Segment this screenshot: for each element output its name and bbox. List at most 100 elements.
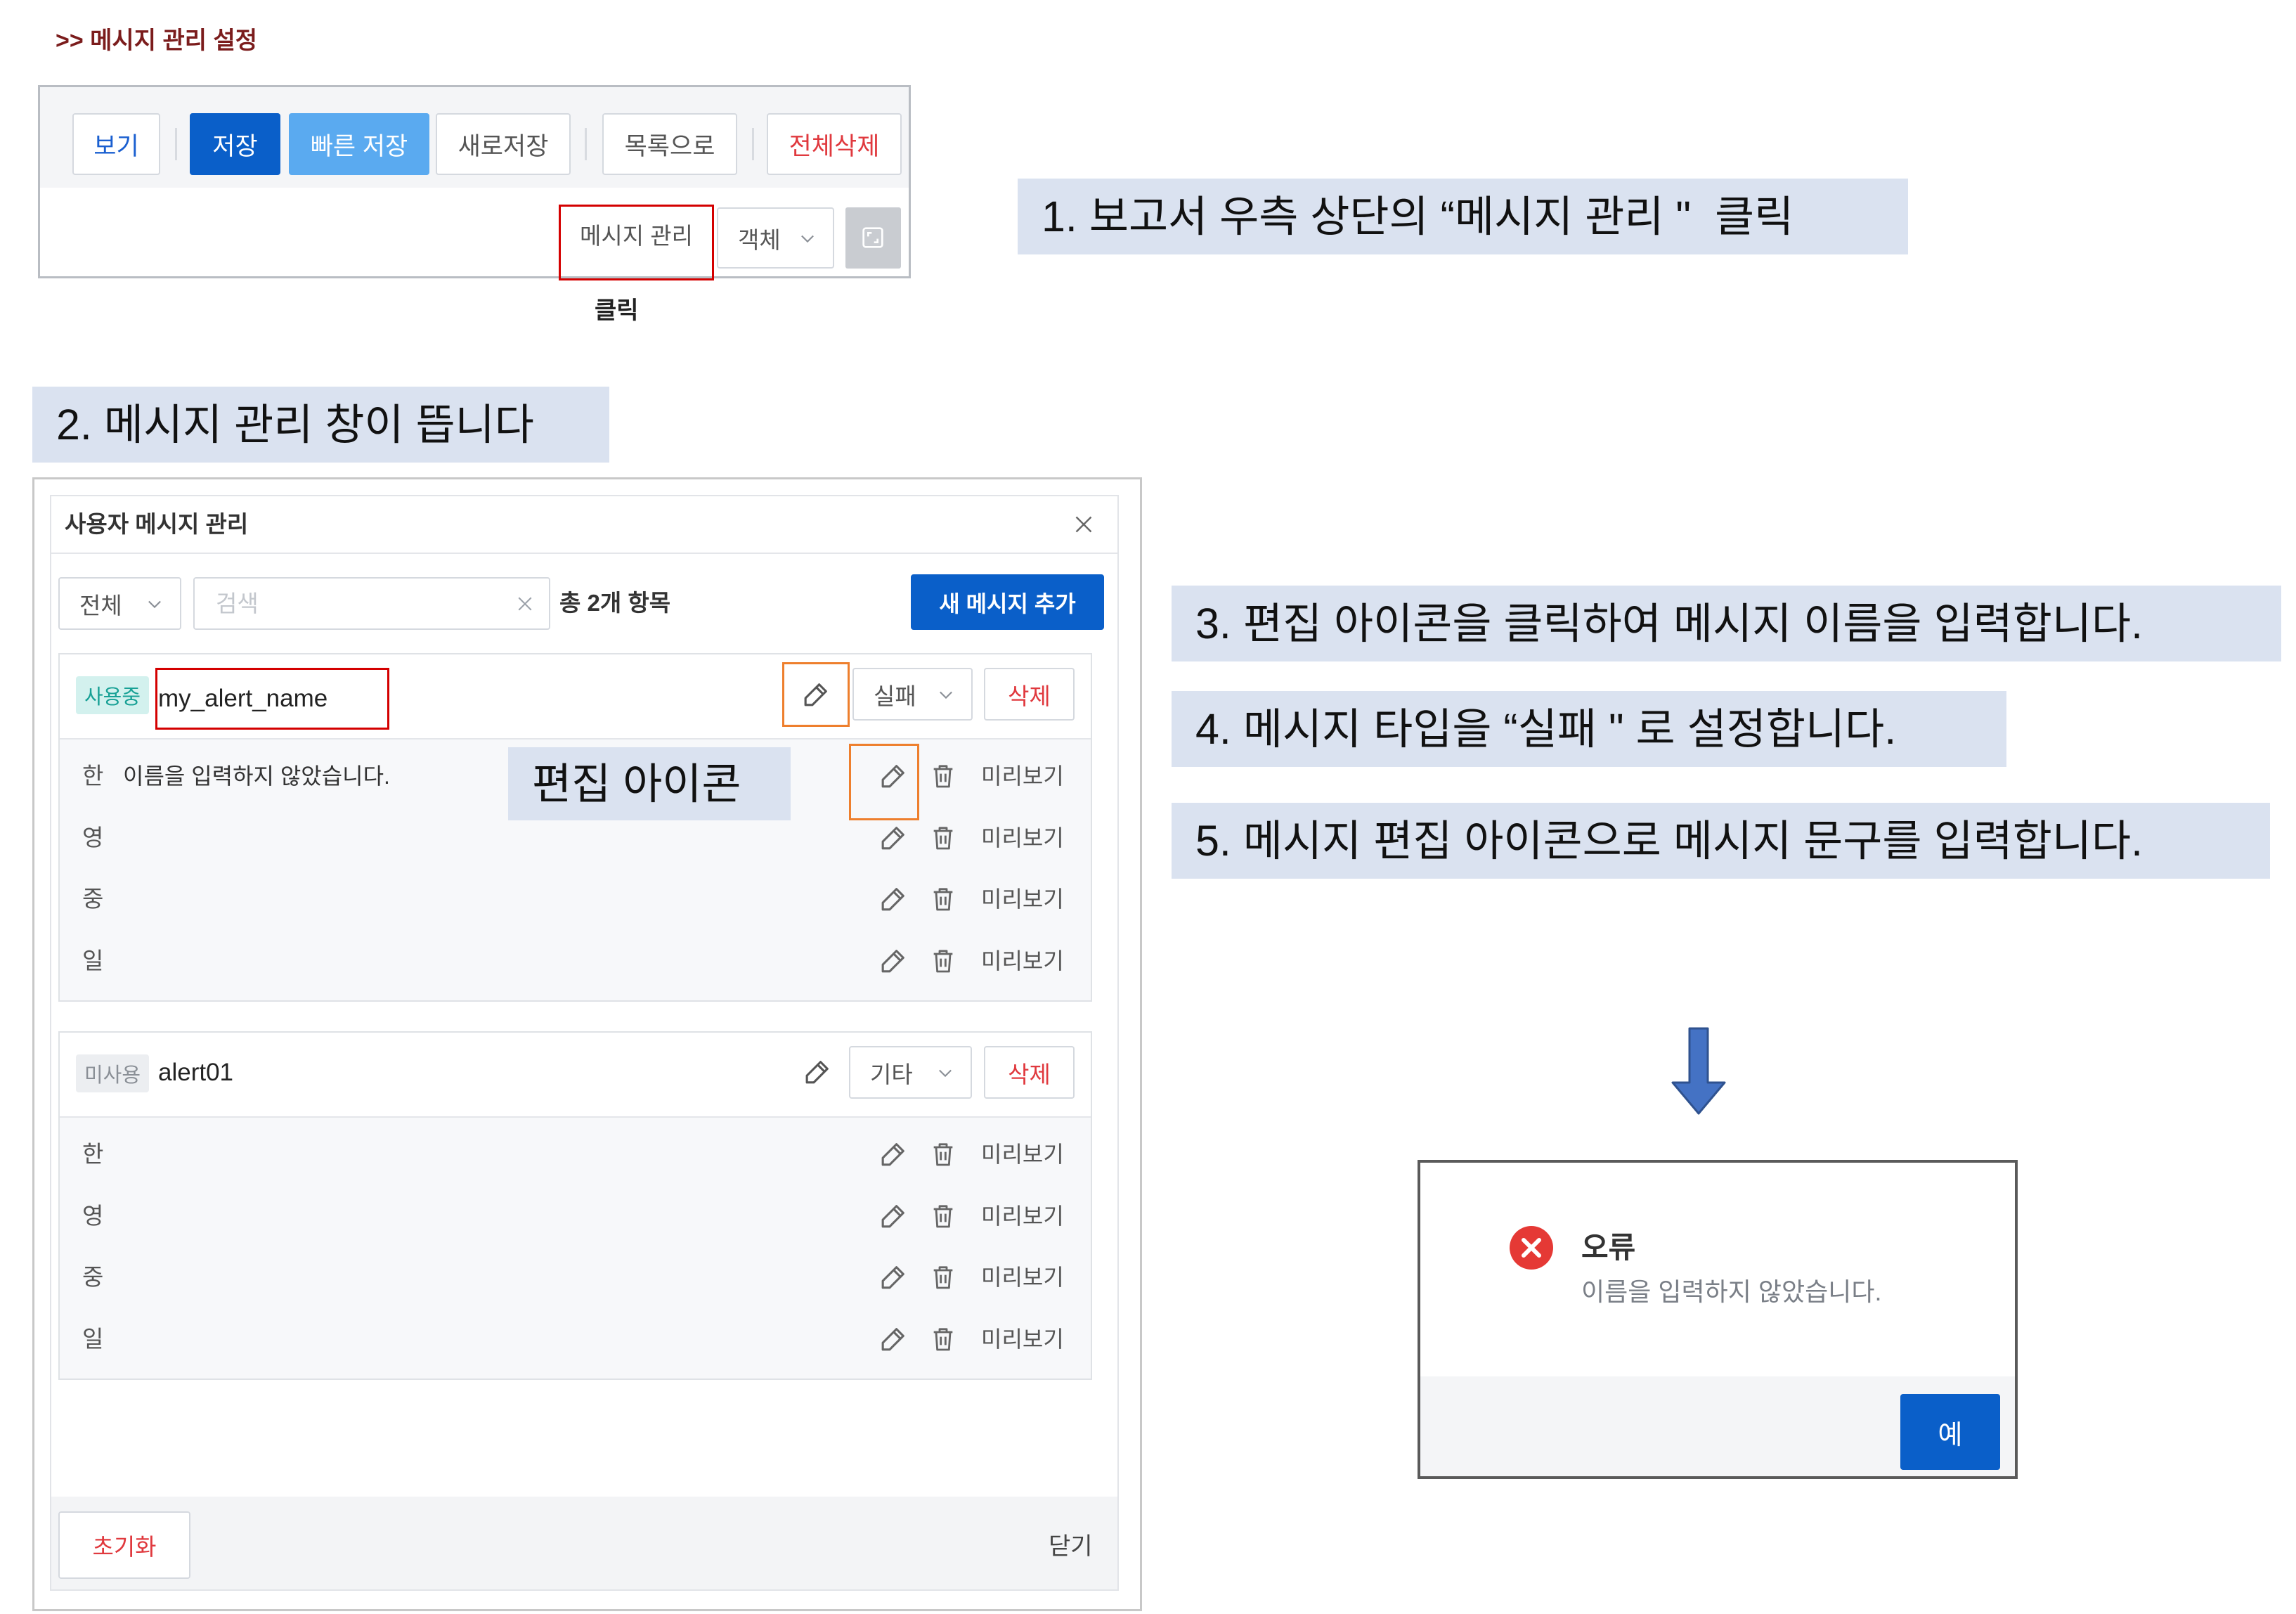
step4-callout: 4. 메시지 타입을 “실패 " 로 설정합니다. [1172,691,2006,767]
message-type-select[interactable]: 기타 [849,1046,972,1099]
preview-link[interactable]: 미리보기 [981,1123,1064,1185]
message-card: 사용중 my_alert_name 실패 삭제 한 이름을 입력하지 않았습니다… [58,653,1092,1002]
close-icon[interactable] [1071,512,1096,537]
chevron-down-icon [935,1063,955,1083]
ok-button[interactable]: 예 [1900,1394,2000,1470]
delete-all-button[interactable]: 전체삭제 [767,113,902,175]
edit-name-highlight [782,662,850,727]
click-note: 클릭 [595,297,639,324]
arrow-down-icon [1671,1026,1727,1116]
message-manager-dialog: 사용자 메시지 관리 전체 총 2개 항목 새 메시지 추가 사용중 my_al… [32,477,1142,1611]
preview-link[interactable]: 미리보기 [981,1185,1064,1247]
step1-callout: 1. 보고서 우측 상단의 “메시지 관리 " 클릭 [1018,179,1908,254]
pencil-icon[interactable] [802,1057,833,1087]
edit-icon-callout: 편집 아이콘 [508,747,791,820]
trash-icon[interactable] [929,945,957,976]
delete-message-button[interactable]: 삭제 [984,668,1075,721]
clear-icon[interactable] [514,593,536,614]
dialog-header: 사용자 메시지 관리 [51,496,1117,554]
message-name[interactable]: alert01 [158,1033,233,1113]
message-manage-button[interactable]: 메시지 관리 [561,222,712,250]
message-type-select[interactable]: 실패 [852,668,973,721]
pencil-icon[interactable] [878,1262,909,1293]
filter-select-value: 전체 [79,592,122,619]
language-label: 영 [82,825,104,851]
language-label: 중 [82,1264,104,1290]
step5-callout: 5. 메시지 편집 아이콘으로 메시지 문구를 입력합니다. [1172,803,2270,879]
toolbar-separator [585,128,587,160]
filter-select[interactable]: 전체 [58,577,181,630]
dialog-panel: 사용자 메시지 관리 전체 총 2개 항목 새 메시지 추가 사용중 my_al… [50,495,1119,1591]
step3-callout: 3. 편집 아이콘을 클릭하여 메시지 이름을 입력합니다. [1172,586,2281,661]
pencil-icon[interactable] [878,884,909,915]
preview-link[interactable]: 미리보기 [981,807,1064,869]
toolbar-separator [175,128,177,160]
message-row-zh: 중 미리보기 [60,1246,1091,1308]
pencil-icon[interactable] [878,1139,909,1170]
status-badge: 사용중 [76,676,149,714]
save-button[interactable]: 저장 [190,113,280,175]
chevron-down-icon [936,685,956,704]
error-dialog: 오류 이름을 입력하지 않았습니다. 예 [1418,1160,2018,1479]
trash-icon[interactable] [929,1324,957,1355]
preview-link[interactable]: 미리보기 [981,930,1064,992]
expand-icon [859,224,887,252]
pencil-icon[interactable] [878,1324,909,1355]
add-message-button[interactable]: 새 메시지 추가 [911,574,1104,630]
delete-message-button[interactable]: 삭제 [984,1046,1075,1099]
report-toolbar: 보기 저장 빠른 저장 새로저장 목록으로 전체삭제 메시지 관리 객체 [38,85,911,280]
trash-icon[interactable] [929,1262,957,1293]
trash-icon[interactable] [929,1139,957,1170]
close-button[interactable]: 닫기 [1049,1535,1093,1558]
message-row-ko: 한 미리보기 [60,1123,1091,1185]
message-card-header: 미사용 alert01 기타 삭제 [60,1033,1091,1118]
total-count: 총 2개 항목 [559,590,671,616]
search-input[interactable] [195,579,549,628]
message-type-value: 실패 [874,683,916,709]
message-row-ja: 일 미리보기 [60,1308,1091,1370]
pencil-icon[interactable] [878,822,909,853]
message-name[interactable]: my_alert_name [158,670,327,728]
preview-link[interactable]: 미리보기 [981,1308,1064,1370]
message-type-value: 기타 [870,1061,913,1087]
page: >> 메시지 관리 설정 보기 저장 빠른 저장 새로저장 목록으로 전체삭제 … [0,0,2296,1614]
preview-link[interactable]: 미리보기 [981,1246,1064,1308]
trash-icon[interactable] [929,1201,957,1232]
language-label: 일 [82,1326,104,1352]
message-card: 미사용 alert01 기타 삭제 한 미리보기 영 미리보기 중 미리보기 일… [58,1031,1092,1380]
error-message: 이름을 입력하지 않았습니다. [1581,1277,1882,1306]
language-label: 한 [82,1141,104,1167]
reset-button[interactable]: 초기화 [58,1511,190,1579]
trash-icon[interactable] [929,884,957,915]
error-icon [1508,1225,1555,1271]
pencil-icon[interactable] [878,945,909,976]
search-box [193,577,550,630]
trash-icon[interactable] [929,761,957,792]
expand-button[interactable] [845,207,901,269]
error-dialog-footer: 예 [1420,1376,2015,1476]
step2-callout: 2. 메시지 관리 창이 뜹니다 [32,387,609,463]
message-row-ja: 일 미리보기 [60,930,1091,992]
message-text: 이름을 입력하지 않았습니다. [123,763,390,789]
language-label: 중 [82,886,104,912]
trash-icon[interactable] [929,822,957,853]
toolbar-separator [752,128,754,160]
preview-link[interactable]: 미리보기 [981,868,1064,930]
message-row-en: 영 미리보기 [60,1185,1091,1247]
preview-link[interactable]: 미리보기 [981,745,1064,807]
object-select-value: 객체 [738,226,781,253]
section-heading: >> 메시지 관리 설정 [56,27,258,54]
dialog-title: 사용자 메시지 관리 [65,511,249,537]
status-badge: 미사용 [76,1054,149,1092]
save-as-button[interactable]: 새로저장 [436,113,571,175]
pencil-icon[interactable] [878,1201,909,1232]
to-list-button[interactable]: 목록으로 [602,113,737,175]
message-name-highlight[interactable]: my_alert_name [155,668,389,730]
message-row-zh: 중 미리보기 [60,868,1091,930]
view-button[interactable]: 보기 [72,113,160,175]
pencil-icon[interactable] [800,679,831,710]
quick-save-button[interactable]: 빠른 저장 [289,113,429,175]
language-label: 일 [82,948,104,974]
message-manage-highlight[interactable]: 메시지 관리 [559,205,714,280]
object-select[interactable]: 객체 [717,207,834,269]
